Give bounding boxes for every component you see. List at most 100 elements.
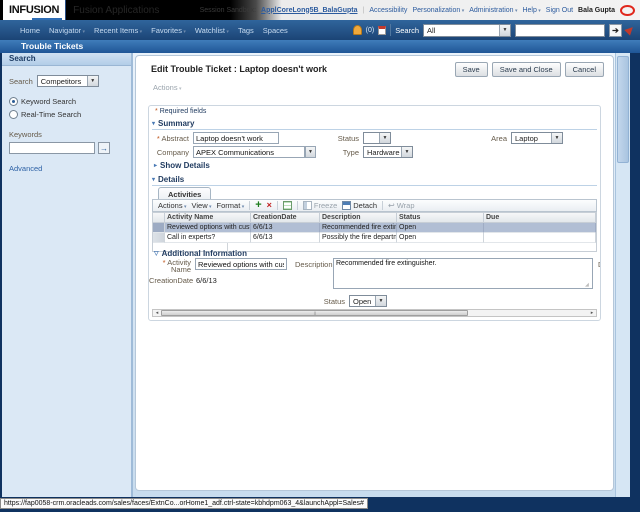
chevron-down-icon[interactable] bbox=[379, 133, 390, 143]
collapse-icon[interactable]: ▾ bbox=[152, 176, 155, 183]
search-go-button[interactable]: ➔ bbox=[609, 23, 622, 37]
table-view-menu[interactable]: View bbox=[192, 201, 212, 210]
type-select[interactable]: Hardware bbox=[363, 146, 413, 158]
nav-item-recent-items[interactable]: Recent Items bbox=[94, 26, 142, 35]
page-actions-menu[interactable]: Actions bbox=[153, 83, 193, 92]
additional-info-disclosure[interactable]: ▽ Additional Information bbox=[154, 249, 247, 258]
wrap-button[interactable]: ↩ Wrap bbox=[388, 201, 415, 210]
accessibility-link[interactable]: Accessibility bbox=[369, 7, 407, 14]
nav-item-favorites[interactable]: Favorites bbox=[151, 26, 186, 35]
realtime-search-option[interactable]: Real-Time Search bbox=[9, 110, 124, 119]
keywords-go-button[interactable]: → bbox=[98, 142, 110, 154]
freeze-button[interactable]: Freeze bbox=[302, 201, 337, 210]
expand-icon[interactable]: ▸ bbox=[154, 162, 157, 169]
sign-out-link[interactable]: Sign Out bbox=[546, 7, 573, 14]
scrollbar-track[interactable]: || bbox=[161, 310, 588, 316]
save-and-close-button[interactable]: Save and Close bbox=[491, 62, 561, 77]
required-fields-note: * Required fields bbox=[155, 108, 207, 115]
table-row-cell[interactable]: Open bbox=[397, 233, 484, 243]
col-status[interactable]: Status bbox=[397, 213, 484, 223]
export-to-excel-icon[interactable] bbox=[282, 201, 292, 210]
area-select[interactable]: Laptop bbox=[511, 132, 563, 144]
abstract-input[interactable] bbox=[193, 132, 279, 144]
collapse-icon[interactable]: ▾ bbox=[152, 120, 155, 127]
col-creation-date[interactable]: CreationDate bbox=[251, 213, 320, 223]
col-due[interactable]: Due bbox=[484, 213, 596, 223]
resize-grip-icon[interactable]: ◢ bbox=[585, 282, 589, 288]
row-handle[interactable] bbox=[153, 233, 165, 243]
keywords-input[interactable] bbox=[9, 142, 95, 154]
col-activity-name[interactable]: Activity Name bbox=[165, 213, 251, 223]
nav-item-home[interactable]: Home bbox=[20, 26, 40, 35]
session-sandbox-label: Session Sandbox: bbox=[199, 6, 257, 14]
chevron-down-icon[interactable] bbox=[551, 133, 562, 143]
advanced-search-link[interactable]: Advanced bbox=[9, 164, 124, 173]
nav-item-navigator[interactable]: Navigator bbox=[49, 26, 85, 35]
table-format-menu[interactable]: Format bbox=[217, 201, 245, 210]
description-textarea[interactable]: Recommended fire extinguisher. bbox=[333, 258, 593, 289]
detach-button[interactable]: Detach bbox=[342, 201, 377, 210]
table-row-cell[interactable]: Call in experts? bbox=[165, 233, 251, 243]
search-category-select[interactable]: Competitors bbox=[36, 75, 99, 87]
activity-name-input[interactable] bbox=[195, 258, 287, 270]
chevron-down-icon[interactable] bbox=[86, 76, 98, 86]
nav-item-tags[interactable]: Tags bbox=[238, 26, 254, 35]
radio-icon[interactable] bbox=[9, 110, 18, 119]
table-row-cell[interactable]: 6/6/13 bbox=[251, 233, 320, 243]
nav-item-watchlist[interactable]: Watchlist bbox=[195, 26, 229, 35]
table-actions-menu[interactable]: Actions bbox=[158, 201, 187, 210]
add-row-icon[interactable]: + bbox=[255, 200, 261, 211]
vertical-scrollbar[interactable] bbox=[615, 53, 630, 497]
table-row-cell[interactable]: Possibly the fire department cou bbox=[320, 233, 397, 243]
col-description[interactable]: Description bbox=[320, 213, 397, 223]
administration-menu[interactable]: Administration bbox=[469, 7, 517, 14]
table-row-cell[interactable] bbox=[484, 233, 596, 243]
delete-row-icon[interactable]: × bbox=[267, 201, 272, 210]
creation-date-label: CreationDate bbox=[149, 276, 194, 285]
description-label: Description bbox=[295, 260, 333, 269]
global-search-input[interactable] bbox=[515, 23, 605, 37]
nav-search-area: (0) Search All ➔ bbox=[352, 23, 640, 37]
chevron-down-icon[interactable] bbox=[401, 147, 412, 157]
details-section-header[interactable]: ▾ Details bbox=[152, 173, 597, 186]
saved-search-pin-icon[interactable] bbox=[624, 24, 636, 36]
scroll-left-icon[interactable]: ◂ bbox=[153, 310, 161, 316]
horizontal-scrollbar[interactable]: ◂ || ▸ bbox=[152, 309, 597, 317]
session-sandbox-link[interactable]: ApplCoreLong5B_BalaGupta bbox=[261, 7, 357, 14]
chevron-down-icon[interactable] bbox=[499, 24, 510, 36]
table-row-cell[interactable]: Reviewed options with custome bbox=[165, 223, 251, 233]
show-details-disclosure[interactable]: ▸ Show Details bbox=[154, 161, 210, 170]
activities-table: Activity Name CreationDate Description S… bbox=[152, 212, 597, 252]
calendar-icon[interactable] bbox=[378, 25, 387, 35]
radio-selected-icon[interactable] bbox=[9, 97, 18, 106]
app-logo: INFUSION bbox=[3, 0, 66, 21]
nav-item-spaces[interactable]: Spaces bbox=[263, 26, 288, 35]
table-row-cell[interactable]: Recommended fire extinguisher bbox=[320, 223, 397, 233]
main-navbar: Home Navigator Recent Items Favorites Wa… bbox=[0, 20, 640, 40]
table-row-cell[interactable]: 6/6/13 bbox=[251, 223, 320, 233]
collapse-icon[interactable]: ▽ bbox=[154, 250, 159, 257]
activity-status-select[interactable]: Open bbox=[349, 295, 387, 307]
company-input[interactable] bbox=[193, 146, 305, 158]
keyword-search-option[interactable]: Keyword Search bbox=[9, 97, 124, 106]
help-menu[interactable]: Help bbox=[522, 7, 540, 14]
scrollbar-thumb[interactable]: || bbox=[161, 310, 469, 316]
alerts-bell-icon[interactable] bbox=[352, 25, 362, 35]
table-row-cell[interactable] bbox=[484, 223, 596, 233]
save-button[interactable]: Save bbox=[454, 62, 488, 77]
search-scope-select[interactable]: All bbox=[423, 23, 511, 37]
chevron-down-icon[interactable] bbox=[375, 296, 386, 306]
row-handle[interactable] bbox=[153, 223, 165, 233]
scrollbar-thumb[interactable] bbox=[617, 56, 629, 163]
cancel-button[interactable]: Cancel bbox=[564, 62, 604, 77]
due-label-truncated: Du bbox=[598, 260, 600, 269]
personalization-menu[interactable]: Personalization bbox=[412, 7, 464, 14]
status-select[interactable] bbox=[363, 132, 391, 144]
company-dropdown-button[interactable]: ▼ bbox=[305, 146, 316, 158]
summary-section-header[interactable]: ▾ Summary bbox=[152, 117, 597, 130]
table-row-cell[interactable]: Open bbox=[397, 223, 484, 233]
tab-activities[interactable]: Activities bbox=[158, 187, 212, 199]
scroll-right-icon[interactable]: ▸ bbox=[588, 310, 596, 316]
divider bbox=[296, 201, 298, 210]
activity-name-label: * Activity Name bbox=[162, 258, 191, 274]
